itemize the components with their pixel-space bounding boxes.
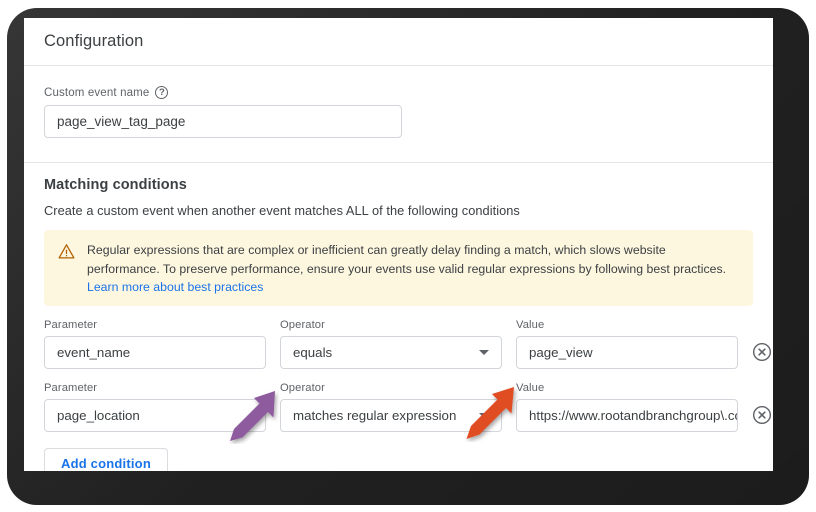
value-input-1[interactable]: page_view: [516, 336, 738, 370]
warning-text: Regular expressions that are complex or …: [87, 243, 727, 277]
custom-event-name-input[interactable]: page_view_tag_page: [44, 105, 402, 138]
matching-conditions-description: Create a custom event when another event…: [44, 203, 520, 218]
operator-field-2: Operator matches regular expression: [280, 382, 502, 433]
panel-body: Custom event name ? page_view_tag_page M…: [24, 86, 773, 471]
operator-select-2[interactable]: matches regular expression: [280, 399, 502, 433]
custom-event-name-label: Custom event name ?: [44, 86, 753, 99]
value-label-2: Value: [516, 382, 545, 395]
parameter-label-1: Parameter: [44, 319, 98, 332]
operator-value-2: matches regular expression: [293, 408, 457, 424]
operator-field-1: Operator equals: [280, 319, 502, 370]
chevron-down-icon: [479, 350, 489, 356]
parameter-input-1[interactable]: event_name: [44, 336, 266, 370]
value-label-1: Value: [516, 319, 545, 332]
remove-condition-button-1[interactable]: [752, 342, 772, 362]
header-divider: [24, 65, 773, 66]
warning-triangle-icon: [58, 244, 75, 259]
parameter-field-2: Parameter page_location: [44, 382, 266, 433]
value-input-2[interactable]: https://www.rootandbranchgroup\.co: [516, 399, 738, 433]
operator-select-1[interactable]: equals: [280, 336, 502, 370]
matching-conditions-title: Matching conditions: [44, 177, 187, 193]
page-title: Configuration: [44, 32, 144, 50]
configuration-panel: Configuration Custom event name ? page_v…: [24, 18, 773, 471]
warning-text-block: Regular expressions that are complex or …: [87, 241, 739, 294]
parameter-input-2[interactable]: page_location: [44, 399, 266, 433]
help-circle-icon[interactable]: ?: [155, 86, 169, 99]
condition-row: Parameter event_name Operator equals Val…: [44, 319, 772, 370]
operator-label-1: Operator: [280, 319, 325, 332]
custom-event-name-label-text: Custom event name: [44, 86, 150, 99]
parameter-label-2: Parameter: [44, 382, 98, 395]
panel-header: Configuration: [24, 18, 773, 65]
remove-condition-button-2[interactable]: [752, 405, 772, 425]
operator-value-1: equals: [293, 345, 333, 361]
condition-row: Parameter page_location Operator matches…: [44, 382, 772, 433]
section-divider: [24, 162, 773, 163]
regex-warning-banner: Regular expressions that are complex or …: [44, 230, 753, 307]
value-field-1: Value page_view: [516, 319, 738, 370]
parameter-field-1: Parameter event_name: [44, 319, 266, 370]
operator-label-2: Operator: [280, 382, 325, 395]
best-practices-link[interactable]: Learn more about best practices: [87, 280, 739, 294]
add-condition-button[interactable]: Add condition: [44, 448, 168, 471]
chevron-down-icon: [479, 413, 489, 419]
value-field-2: Value https://www.rootandbranchgroup\.co: [516, 382, 738, 433]
